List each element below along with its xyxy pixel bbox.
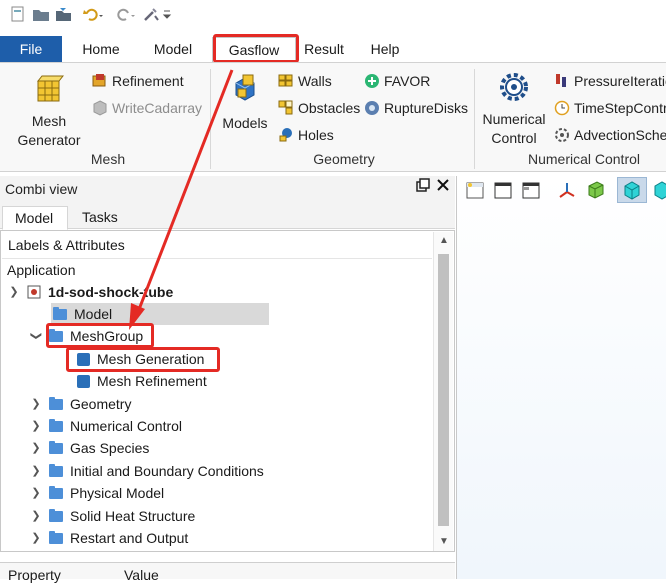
annotation-arrow [129,69,234,330]
